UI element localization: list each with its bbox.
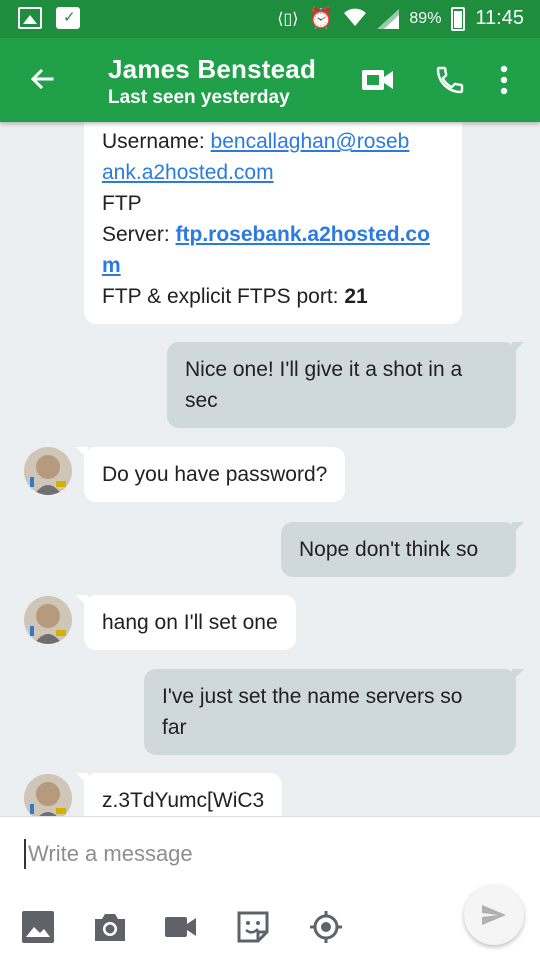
message-incoming: hang on I'll set one	[76, 595, 296, 650]
location-icon[interactable]	[306, 905, 378, 949]
camera-icon[interactable]	[90, 905, 162, 949]
clock: 11:45	[475, 7, 524, 29]
more-vert-icon[interactable]	[484, 60, 524, 100]
message-text: Nope don't think so	[299, 538, 479, 561]
message-line: Nice one! I'll give it a shot in a	[185, 358, 463, 381]
video-icon[interactable]	[162, 905, 234, 949]
composer: Write a message	[0, 816, 540, 960]
battery-icon	[451, 6, 466, 31]
message-line: ank.a2hosted.com	[102, 157, 444, 188]
server-link[interactable]: ftp.rosebank.a2hosted.co	[176, 223, 430, 246]
message-line: sec	[185, 389, 218, 412]
phone-icon[interactable]	[430, 60, 470, 100]
message-outgoing: I've just set the name servers so far	[144, 669, 524, 755]
message-text: z.3TdYumc[WiC3	[102, 789, 265, 812]
message-line: FTP	[102, 192, 142, 215]
message-outgoing: Nope don't think so	[281, 522, 524, 577]
wifi-icon	[343, 7, 367, 31]
send-button[interactable]	[464, 885, 524, 945]
message-incoming: Username: bencallaghan@roseb ank.a2hoste…	[84, 122, 462, 324]
server-link-continued[interactable]: m	[102, 254, 121, 277]
avatar[interactable]	[24, 774, 72, 816]
message-input[interactable]: Write a message	[24, 839, 193, 869]
message-text: hang on I'll set one	[102, 611, 278, 634]
conversation-title[interactable]: James Benstead Last seen yesterday	[108, 54, 316, 109]
port-value: 21	[344, 285, 368, 308]
avatar[interactable]	[24, 596, 72, 644]
attachment-toolbar	[18, 905, 378, 949]
video-call-icon[interactable]	[358, 60, 398, 100]
status-bar: ⟨▯⟩ ⏰ 89% 11:45	[0, 0, 540, 38]
battery-percent: 89%	[409, 9, 442, 27]
gallery-icon	[18, 7, 42, 29]
message-incoming: Do you have password?	[75, 447, 346, 502]
last-seen-status: Last seen yesterday	[108, 87, 290, 108]
message-line: I've just set the name servers so	[162, 685, 463, 708]
message-line: far	[162, 716, 187, 739]
message-outgoing: Nice one! I'll give it a shot in a sec	[167, 342, 524, 428]
message-line: FTP & explicit FTPS port: 21	[102, 285, 368, 308]
avatar[interactable]	[24, 447, 72, 495]
send-icon	[482, 905, 506, 925]
message-line: Server: ftp.rosebank.a2hosted.co	[102, 223, 430, 246]
app-bar: James Benstead Last seen yesterday	[0, 38, 540, 122]
sticker-icon[interactable]	[234, 905, 306, 949]
message-list[interactable]: Username: bencallaghan@roseb ank.a2hoste…	[0, 122, 540, 816]
shopping-bag-icon	[56, 7, 80, 29]
image-icon[interactable]	[18, 905, 90, 949]
message-line: Username: bencallaghan@roseb	[102, 130, 410, 153]
alarm-icon: ⏰	[308, 8, 334, 30]
signal-icon	[377, 8, 400, 29]
message-line: m	[102, 250, 444, 281]
vibrate-icon: ⟨▯⟩	[277, 10, 299, 28]
email-link-continued[interactable]: ank.a2hosted.com	[102, 161, 274, 184]
email-link[interactable]: bencallaghan@roseb	[211, 130, 410, 153]
message-text: Do you have password?	[102, 463, 328, 486]
contact-name: James Benstead	[108, 54, 317, 84]
message-incoming: z.3TdYumc[WiC3	[75, 773, 283, 816]
back-arrow-icon[interactable]	[22, 60, 62, 100]
